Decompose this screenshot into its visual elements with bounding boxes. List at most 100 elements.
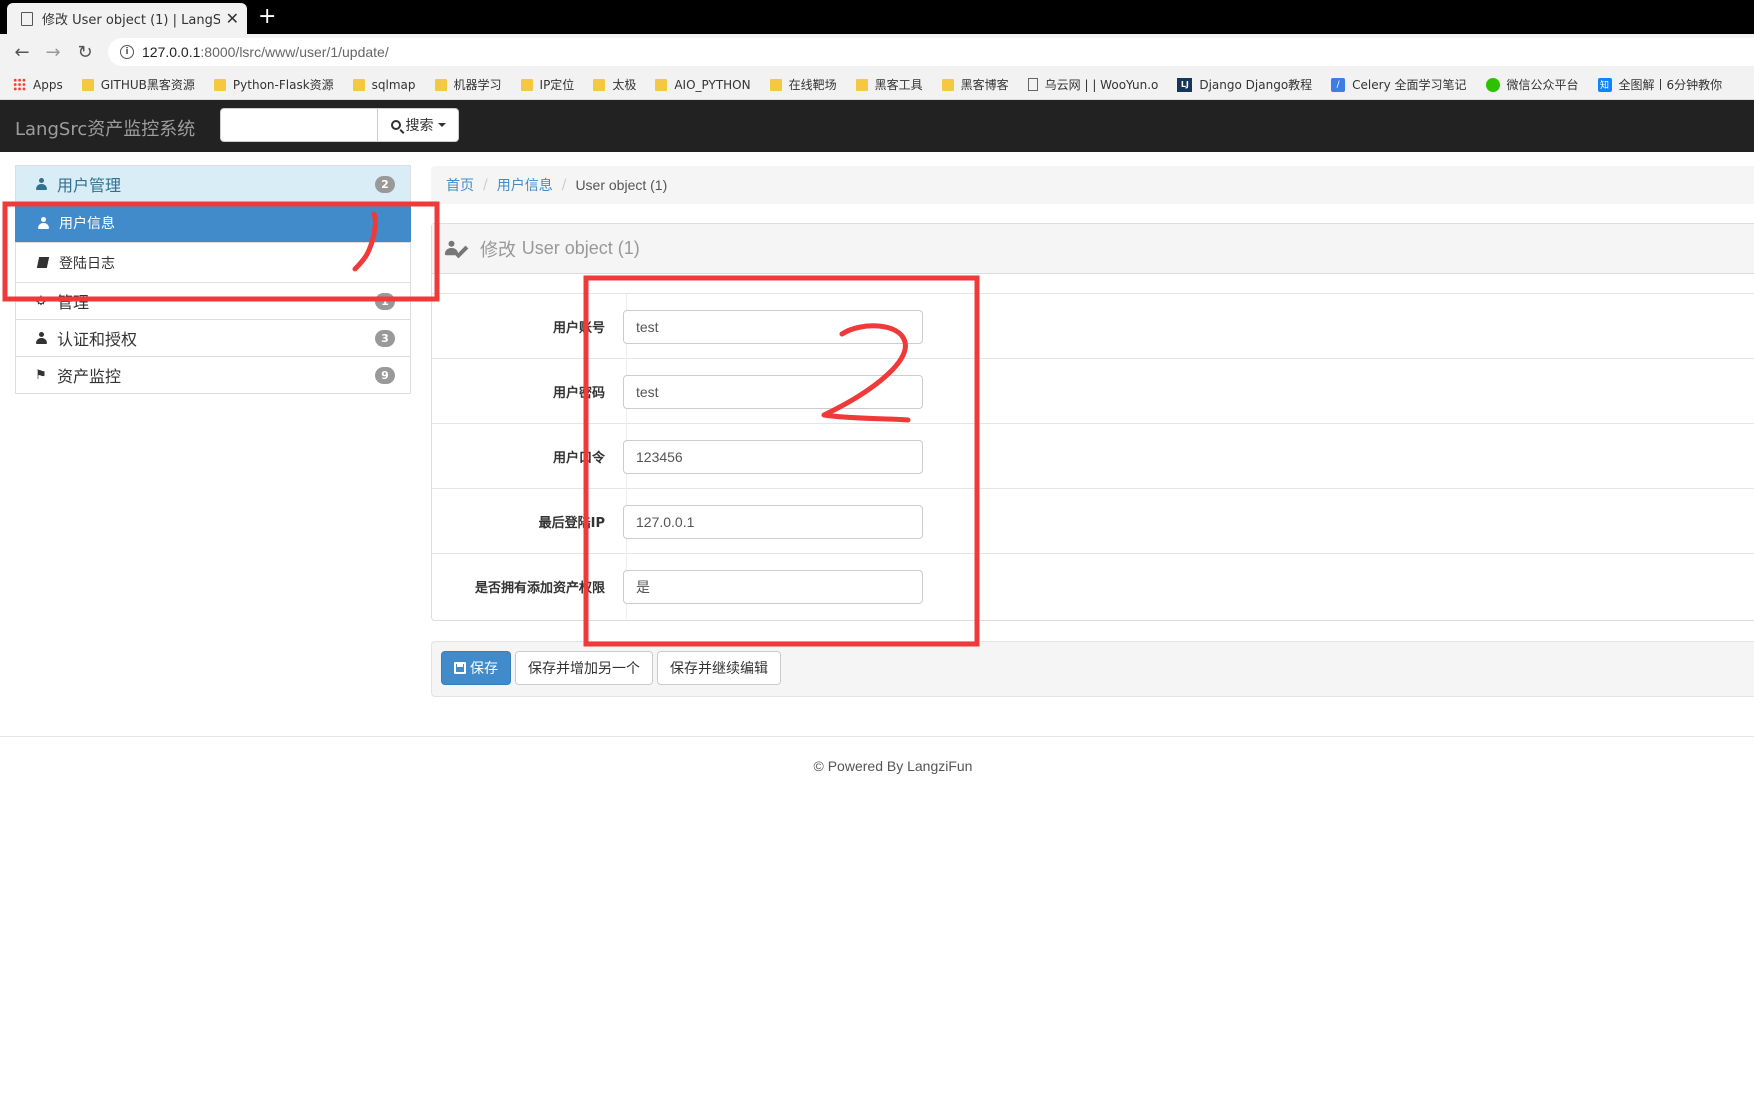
folder-icon [769,78,782,91]
sidebar-item-auth[interactable]: 认证和授权 3 [15,319,411,357]
url-path: :8000/lsrc/www/user/1/update/ [200,44,389,60]
bookmark-label: 在线靶场 [788,78,837,92]
sidebar-item-admin[interactable]: ⚙ 管理 1 [15,282,411,320]
footer-text: © Powered By LangziFun [813,758,973,774]
users-icon [33,332,49,344]
panel-heading: 修改 User object (1) [432,224,1754,274]
sidebar-item-label: 资产监控 [57,367,122,386]
address-bar[interactable]: i 127.0.0.1:8000/lsrc/www/user/1/update/ [108,38,1754,66]
floppy-disk-icon [454,662,466,674]
sidebar-item-user-info[interactable]: 用户信息 [15,202,411,243]
folder-icon [434,78,447,91]
form-row: 用户密码 test [432,359,1754,424]
celery-icon: / [1331,77,1346,92]
folder-icon [593,78,606,91]
bookmark-label: 机器学习 [453,78,502,92]
bookmark-label: IP定位 [539,78,575,92]
bookmark-label: Django Django教程 [1199,78,1313,92]
panel-title-object: User object (1) [521,238,640,258]
new-tab-button[interactable]: + [258,3,276,31]
bookmark-item[interactable]: 黑客工具 [855,76,923,93]
folder-icon [81,78,94,91]
info-icon[interactable]: i [120,45,134,59]
bookmark-label: 黑客博客 [960,78,1009,92]
caret-down-icon [437,123,446,127]
bookmark-item[interactable]: GITHUB黑客资源 [81,76,195,93]
count-badge: 1 [375,292,395,310]
field-input[interactable]: 123456 [623,440,923,474]
panel-title-prefix: 修改 [480,239,516,261]
bookmark-label: sqlmap [371,77,416,92]
flag-icon: ⚑ [35,367,47,383]
book-icon [35,257,51,268]
bookmarks-bar: Apps GITHUB黑客资源 Python-Flask资源 sqlmap 机器学习 IP… [0,70,1754,100]
brand-title[interactable]: LangSrc资产监控系统 [15,115,195,141]
save-and-add-another-button[interactable]: 保存并增加另一个 [515,651,653,685]
search-button[interactable]: 搜索 [377,108,459,142]
bookmark-label: Python-Flask资源 [232,78,334,92]
breadcrumb-separator: / [561,177,567,193]
form-row: 用户账号 test [432,294,1754,359]
form-fields: 用户账号 test 用户密码 test 用户口令 123456 最后登陆IP 127.0.0.… [432,294,1754,619]
browser-tabstrip: 修改 User object (1) | LangSrc资 ✕ + [0,0,1754,34]
bookmark-item[interactable]: Python-Flask资源 [213,76,334,93]
tab-title: 修改 User object (1) | LangSrc资 [42,13,220,28]
form-row: 是否拥有添加资产权限 是 [432,554,1754,619]
breadcrumb-separator: / [483,177,488,193]
bookmark-item[interactable]: IP定位 [520,76,575,93]
sidebar-item-user-management[interactable]: 用户管理 2 [15,165,411,203]
wechat-icon [1485,77,1500,92]
save-and-continue-button[interactable]: 保存并继续编辑 [657,651,781,685]
bookmark-item[interactable]: 乌云网 | | WooYun.o [1027,76,1158,93]
bookmark-item[interactable]: 太极 [593,76,636,93]
field-input[interactable]: 是 [623,570,923,604]
breadcrumb-home-link[interactable]: 首页 [446,175,474,195]
user-icon [35,216,51,229]
field-input[interactable]: test [623,375,923,409]
bookmark-item[interactable]: / Celery 全面学习笔记 [1331,76,1467,93]
forward-arrow-icon[interactable]: → [41,40,65,64]
sidebar-item-label: 用户信息 [59,215,115,232]
sidebar-item-asset-monitor[interactable]: ⚑ 资产监控 9 [15,356,411,394]
form-actions: 保存 保存并增加另一个 保存并继续编辑 [431,641,1754,697]
page-icon [1027,78,1038,91]
back-arrow-icon[interactable]: ← [10,40,34,64]
bookmark-item[interactable]: sqlmap [352,77,416,92]
url-host: 127.0.0.1 [142,44,201,60]
breadcrumb-current: User object (1) [575,177,668,193]
folder-icon [941,78,954,91]
user-edit-icon [444,240,472,258]
field-label: 用户密码 [552,385,605,401]
browser-tab[interactable]: 修改 User object (1) | LangSrc资 ✕ [7,3,247,34]
sidebar-item-label: 登陆日志 [59,255,115,272]
field-input[interactable]: test [623,310,923,344]
bookmark-item[interactable]: 机器学习 [434,76,502,93]
browser-toolbar: ← → ↻ i 127.0.0.1:8000/lsrc/www/user/1/u… [0,34,1754,70]
edit-form-panel: 修改 User object (1) 用户账号 test 用户密码 test 用户口令 1… [431,223,1754,621]
folder-icon [855,78,868,91]
bookmark-item[interactable]: AIO_PYTHON [655,77,751,92]
sidebar: 用户管理 2 用户信息 登陆日志 ⚙ 管理 1 认证和授权 3 ⚑ 资产监控 9 [15,165,411,394]
bookmark-item[interactable]: 黑客博客 [941,76,1009,93]
bookmark-item[interactable]: 知全图解丨6分钟教你 [1597,76,1722,93]
field-label: 用户账号 [552,320,605,336]
search-button-label: 搜索 [405,118,434,134]
search-input[interactable] [220,108,378,142]
bookmark-item[interactable]: 微信公众平台 [1485,76,1579,93]
footer-divider [0,736,1754,737]
search-icon [390,120,401,130]
bookmark-item[interactable]: Apps [13,78,63,92]
close-tab-icon[interactable]: ✕ [226,9,239,28]
bookmark-label: Celery 全面学习笔记 [1352,78,1467,92]
field-input[interactable]: 127.0.0.1 [623,505,923,539]
sidebar-item-login-log[interactable]: 登陆日志 [15,242,411,283]
save-button[interactable]: 保存 [441,651,511,685]
bookmark-label: AIO_PYTHON [674,77,751,92]
count-badge: 9 [375,366,395,384]
bookmark-item[interactable]: 在线靶场 [769,76,837,93]
bookmark-label: 黑客工具 [874,78,923,92]
breadcrumb-section-link[interactable]: 用户信息 [497,175,553,195]
field-label: 最后登陆IP [538,515,605,531]
reload-icon[interactable]: ↻ [73,40,97,64]
bookmark-item[interactable]: LJ Django Django教程 [1177,76,1312,93]
